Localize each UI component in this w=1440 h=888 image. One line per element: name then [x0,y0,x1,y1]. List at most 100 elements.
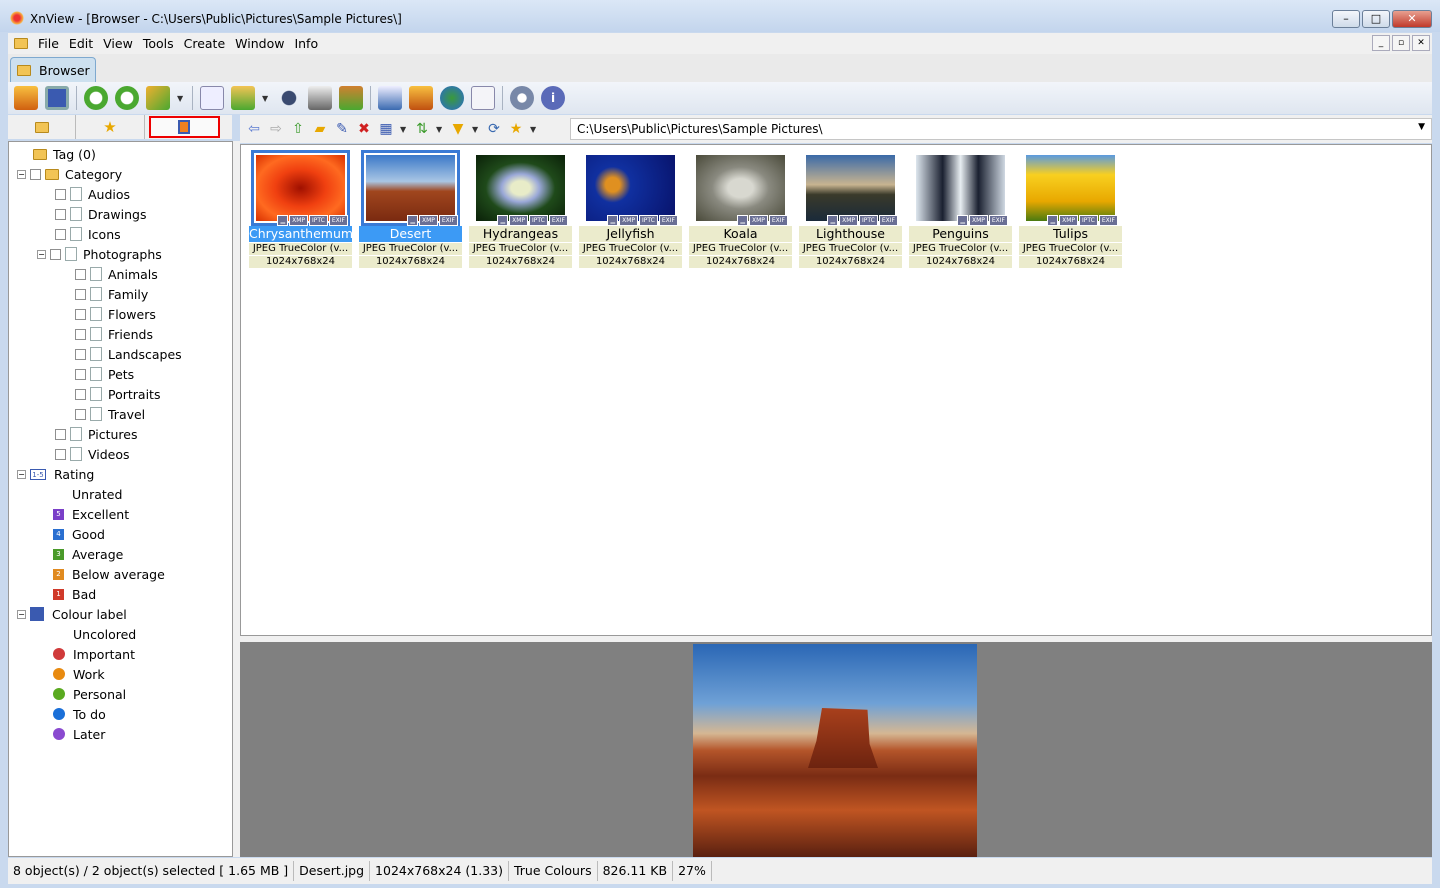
thumbnail-item[interactable]: ▁ XMP IPTC EXIF Chrysanthemum JPEG TrueColor … [249,150,353,268]
checkbox[interactable] [30,168,41,180]
view-image-icon[interactable] [14,86,38,110]
thumbnail-item[interactable]: ▁ XMP IPTC EXIF Lighthouse JPEG TrueColor (v.… [799,150,902,268]
tree-item-colour-uncolored[interactable]: Uncolored [53,625,136,643]
binoculars-search-icon[interactable] [277,86,301,110]
properties-icon[interactable] [200,86,224,110]
close-button[interactable]: ✕ [1392,10,1432,28]
rename-icon[interactable]: ✎ [334,121,350,137]
tree-item-audios[interactable]: Audios [55,185,130,203]
tree-item-landscapes[interactable]: Landscapes [75,345,182,363]
view-mode-dropdown[interactable]: ▼ [400,125,408,134]
minimize-button[interactable]: – [1332,10,1360,28]
checkbox[interactable] [75,388,86,400]
tab-favorites[interactable]: ★ [76,115,145,139]
tree-item-friends[interactable]: Friends [75,325,153,343]
checkbox[interactable] [75,368,86,380]
checkbox[interactable] [75,288,86,300]
tree-item-drawings[interactable]: Drawings [55,205,147,223]
tree-item-colour-to-do[interactable]: To do [53,705,106,723]
tree-item-photographs[interactable]: − Photographs [37,245,162,263]
forward-icon[interactable]: ⇨ [268,121,284,137]
tab-folders[interactable] [8,115,77,139]
tree-item-pets[interactable]: Pets [75,365,134,383]
checkbox[interactable] [55,428,66,440]
menu-file[interactable]: File [38,36,59,51]
thumbnail-item[interactable]: ▁ XMP EXIF Koala JPEG TrueColor (v... 1024x76… [689,150,792,268]
fullscreen-icon[interactable] [45,86,69,110]
capture-icon[interactable] [378,86,402,110]
tree-item-rating-bad[interactable]: 1 Bad [53,585,96,603]
tab-browser[interactable]: Browser [10,57,96,82]
tree-item-colour-later[interactable]: Later [53,725,105,743]
thumbnail-item[interactable]: ▁ XMP IPTC EXIF Tulips JPEG TrueColor (v... 10… [1019,150,1122,268]
tree-item-family[interactable]: Family [75,285,148,303]
new-folder-icon[interactable]: ▰ [312,121,328,137]
tree-item-travel[interactable]: Travel [75,405,145,423]
tree-item-videos[interactable]: Videos [55,445,130,463]
view-mode-icon[interactable]: ▦ [378,121,394,137]
filter-icon[interactable]: ▼ [450,121,466,137]
move-dropdown-icon[interactable]: ▼ [262,94,270,103]
checkbox[interactable] [55,208,66,220]
menu-view[interactable]: View [103,36,133,51]
tree-item-tag[interactable]: Tag (0) [33,145,96,163]
thumbnail-item[interactable]: ▁ XMP IPTC EXIF Hydrangeas JPEG TrueColor (v.… [469,150,572,268]
vertical-splitter[interactable] [233,141,240,857]
settings-gear-icon[interactable] [510,86,534,110]
checkbox[interactable] [75,348,86,360]
tree-item-colour-personal[interactable]: Personal [53,685,126,703]
compare-icon[interactable] [339,86,363,110]
checkbox[interactable] [50,248,61,260]
thumbnail-item[interactable]: ▁ XMP IPTC EXIF Jellyfish JPEG TrueColor (v..… [579,150,682,268]
tree-item-flowers[interactable]: Flowers [75,305,156,323]
info-icon[interactable]: i [541,86,565,110]
thumbnail-item[interactable]: ▁ XMP EXIF Penguins JPEG TrueColor (v... 1024… [909,150,1012,268]
checkbox[interactable] [75,328,86,340]
tree-item-rating-average[interactable]: 3 Average [53,545,123,563]
rotate-right-icon[interactable] [115,86,139,110]
menu-edit[interactable]: Edit [69,36,93,51]
checkbox[interactable] [55,188,66,200]
sort-dropdown[interactable]: ▼ [436,125,444,134]
maximize-button[interactable]: □ [1362,10,1390,28]
print-icon[interactable] [308,86,332,110]
mdi-close-button[interactable]: ✕ [1412,35,1430,51]
back-icon[interactable]: ⇦ [246,121,262,137]
tree-item-portraits[interactable]: Portraits [75,385,160,403]
checkbox[interactable] [55,228,66,240]
collapse-icon[interactable]: − [37,249,46,259]
tree-item-rating-below-average[interactable]: 2 Below average [53,565,165,583]
tree-item-icons[interactable]: Icons [55,225,121,243]
contact-sheet-icon[interactable] [471,86,495,110]
sort-icon[interactable]: ⇅ [414,121,430,137]
tree-item-rating-unrated[interactable]: Unrated [53,485,122,503]
mdi-minimize-button[interactable]: _ [1372,35,1390,51]
delete-icon[interactable]: ✖ [356,121,372,137]
collapse-icon[interactable]: − [17,609,26,619]
tab-categories[interactable] [148,116,220,138]
collapse-icon[interactable]: − [17,469,26,479]
convert-icon[interactable] [146,86,170,110]
tree-item-colour-label[interactable]: − Colour label [17,605,127,623]
path-dropdown-icon[interactable]: ▼ [1418,122,1425,132]
mdi-restore-button[interactable]: ▫ [1392,35,1410,51]
web-icon[interactable] [440,86,464,110]
slideshow-icon[interactable] [409,86,433,110]
menu-tools[interactable]: Tools [143,36,174,51]
refresh-icon[interactable]: ⟳ [486,121,502,137]
rotate-left-icon[interactable] [84,86,108,110]
menu-info[interactable]: Info [294,36,318,51]
tree-item-rating-excellent[interactable]: 5 Excellent [53,505,129,523]
tree-item-pictures[interactable]: Pictures [55,425,138,443]
path-input[interactable]: C:\Users\Public\Pictures\Sample Pictures… [570,118,1432,140]
checkbox[interactable] [75,408,86,420]
up-folder-icon[interactable]: ⇧ [290,121,306,137]
tree-item-rating[interactable]: −1-5 Rating [17,465,94,483]
menu-create[interactable]: Create [184,36,226,51]
tree-item-colour-work[interactable]: Work [53,665,105,683]
checkbox[interactable] [75,308,86,320]
convert-dropdown-icon[interactable]: ▼ [177,94,185,103]
checkbox[interactable] [55,448,66,460]
move-copy-icon[interactable] [231,86,255,110]
collapse-icon[interactable]: − [17,169,26,179]
